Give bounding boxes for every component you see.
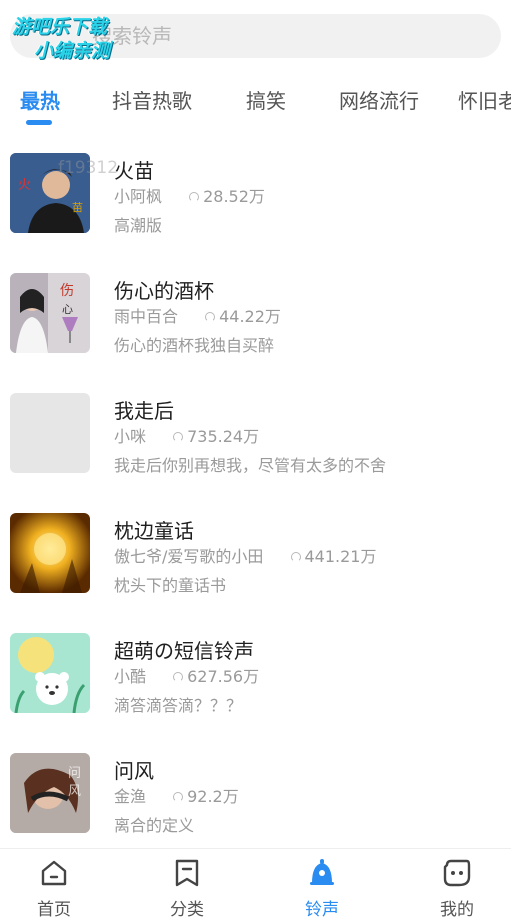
- nav-category-label: 分类: [170, 900, 204, 920]
- song-plays-count: 627.56万: [187, 667, 260, 686]
- song-plays: 92.2万: [173, 783, 239, 807]
- song-title: 超萌の短信铃声: [114, 639, 254, 663]
- category-tabs: 最热 抖音热歌 搞笑 网络流行 怀旧老: [0, 82, 511, 126]
- profile-icon: [443, 859, 471, 887]
- nav-ringtone[interactable]: 铃声: [277, 857, 367, 920]
- song-title: 火苗: [114, 159, 154, 183]
- category-icon: [175, 859, 199, 887]
- song-cover: 问 风: [10, 753, 90, 833]
- song-meta: 小阿枫 28.52万: [114, 183, 265, 207]
- song-item[interactable]: 我走后 小咪 735.24万 我走后你别再想我，尽管有太多的不舍: [0, 380, 511, 500]
- song-desc: 伤心的酒杯我独自买醉: [114, 336, 275, 355]
- song-plays: 44.22万: [205, 303, 281, 327]
- song-plays-count: 735.24万: [187, 427, 260, 446]
- headphone-icon: [189, 192, 200, 202]
- search-input[interactable]: [92, 23, 392, 49]
- song-cover: [10, 513, 90, 593]
- svg-text:伤: 伤: [60, 283, 74, 299]
- headphone-icon: [205, 312, 216, 322]
- song-plays-count: 441.21万: [304, 547, 377, 566]
- svg-text:风: 风: [68, 784, 81, 799]
- song-desc: 枕头下的童话书: [114, 576, 227, 595]
- bell-icon: [310, 859, 334, 885]
- headphone-icon: [173, 672, 184, 682]
- nav-home[interactable]: 首页: [9, 857, 99, 920]
- song-plays: 28.52万: [189, 183, 265, 207]
- tab-network-popular[interactable]: 网络流行: [339, 85, 419, 114]
- song-plays: 627.56万: [173, 663, 259, 687]
- song-item[interactable]: 问 风 问风 金渔 92.2万 离合的定义: [0, 740, 511, 860]
- song-artist: 雨中百合: [114, 307, 179, 326]
- nav-ringtone-label: 铃声: [305, 900, 339, 920]
- song-cover: 伤 心: [10, 273, 90, 353]
- headphone-icon: [290, 552, 301, 562]
- nav-home-label: 首页: [37, 900, 71, 920]
- nav-category[interactable]: 分类: [142, 857, 232, 920]
- song-desc: 我走后你别再想我，尽管有太多的不舍: [114, 456, 387, 475]
- song-desc: 高潮版: [114, 216, 163, 235]
- home-icon: [41, 860, 67, 886]
- tab-douyin[interactable]: 抖音热歌: [112, 85, 192, 114]
- song-cover-placeholder: [10, 393, 90, 473]
- song-plays-count: 92.2万: [187, 787, 239, 806]
- headphone-icon: [173, 792, 184, 802]
- tab-nostalgic[interactable]: 怀旧老: [458, 85, 511, 114]
- song-artist: 傲七爷/爱写歌的小田: [114, 547, 264, 566]
- svg-text:心: 心: [62, 303, 73, 316]
- search-bar[interactable]: [10, 14, 501, 58]
- song-artist: 小酷: [114, 667, 147, 686]
- tab-funny[interactable]: 搞笑: [246, 85, 286, 114]
- svg-text:问: 问: [68, 766, 81, 781]
- song-meta: 雨中百合 44.22万: [114, 303, 281, 327]
- song-meta: 小酷 627.56万: [114, 663, 259, 687]
- song-item[interactable]: 伤 心 伤心的酒杯 雨中百合 44.22万 伤心的酒杯我独自买醉: [0, 260, 511, 380]
- song-meta: 小咪 735.24万: [114, 423, 259, 447]
- song-artist: 小阿枫: [114, 187, 163, 206]
- song-desc: 滴答滴答滴？？？: [114, 696, 243, 715]
- song-title: 我走后: [114, 399, 174, 423]
- song-plays-count: 28.52万: [203, 187, 265, 206]
- song-item[interactable]: 枕边童话 傲七爷/爱写歌的小田 441.21万 枕头下的童话书: [0, 500, 511, 620]
- nav-profile[interactable]: 我的: [412, 857, 502, 920]
- svg-text:苗: 苗: [72, 201, 83, 214]
- tab-hot[interactable]: 最热: [20, 85, 60, 114]
- song-title: 枕边童话: [114, 519, 194, 543]
- song-item[interactable]: 超萌の短信铃声 小酷 627.56万 滴答滴答滴？？？: [0, 620, 511, 740]
- song-desc: 离合的定义: [114, 816, 195, 835]
- song-cover: 火 苗: [10, 153, 90, 233]
- nav-profile-label: 我的: [440, 900, 474, 920]
- song-plays: 735.24万: [173, 423, 259, 447]
- song-artist: 小咪: [114, 427, 147, 446]
- headphone-icon: [173, 432, 184, 442]
- tab-indicator: [26, 120, 52, 125]
- song-artist: 金渔: [114, 787, 147, 806]
- svg-text:火: 火: [18, 178, 31, 193]
- song-plays: 441.21万: [290, 543, 377, 567]
- song-plays-count: 44.22万: [219, 307, 281, 326]
- song-title: 问风: [114, 759, 154, 783]
- song-meta: 金渔 92.2万: [114, 783, 239, 807]
- song-title: 伤心的酒杯: [114, 279, 214, 303]
- song-item[interactable]: 火 苗 火苗 小阿枫 28.52万 高潮版: [0, 140, 511, 260]
- bottom-nav: 首页 分类 铃声 我的: [0, 848, 511, 920]
- song-cover: [10, 633, 90, 713]
- song-meta: 傲七爷/爱写歌的小田 441.21万: [114, 543, 377, 567]
